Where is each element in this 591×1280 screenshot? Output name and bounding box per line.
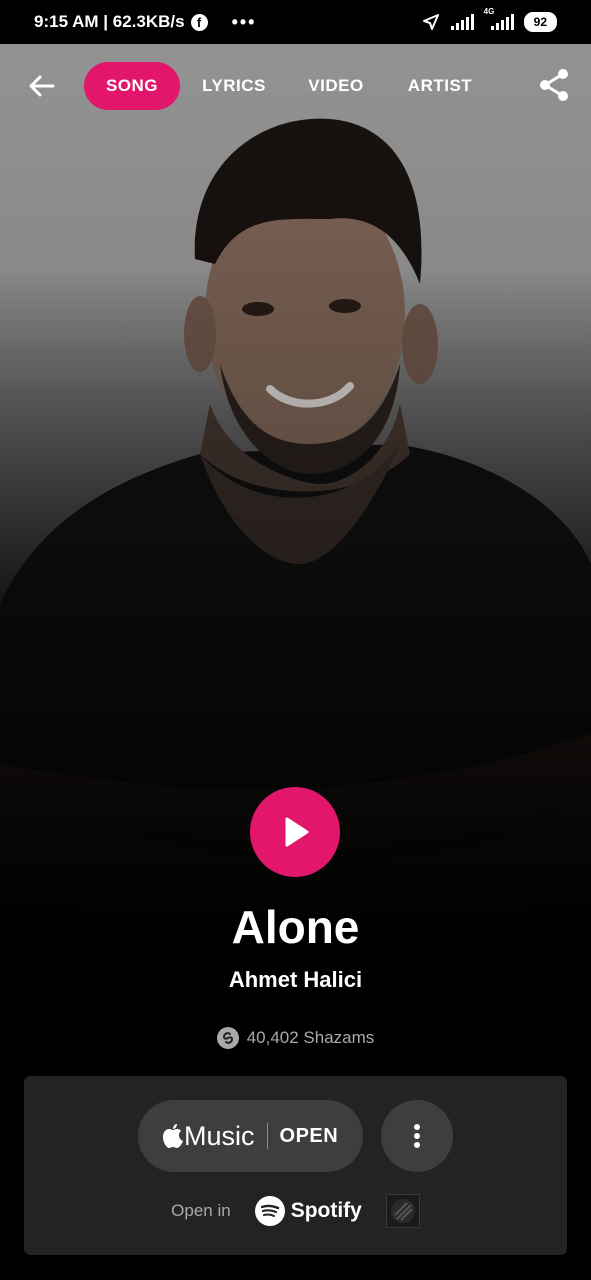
tab-lyrics[interactable]: LYRICS	[192, 62, 276, 110]
apple-music-open-button[interactable]: Music OPEN	[138, 1100, 363, 1172]
location-arrow-icon	[422, 14, 439, 30]
apple-music-label: Music	[184, 1120, 255, 1151]
open-in-label: Open in	[171, 1201, 231, 1220]
battery-indicator: 92	[523, 12, 557, 32]
network-type-label: 4G	[483, 7, 495, 16]
more-vertical-icon	[414, 1124, 420, 1148]
play-button[interactable]	[250, 787, 340, 877]
open-in-row: Open in Spotify	[24, 1194, 567, 1228]
more-notifications-icon: •••	[231, 11, 257, 32]
tab-song[interactable]: SONG	[84, 62, 180, 110]
spotify-label: Spotify	[290, 1199, 362, 1222]
status-time-speed: 9:15 AM | 62.3KB/s	[34, 12, 185, 31]
providers-panel: Music OPEN Open in Spotify	[24, 1076, 567, 1255]
shazam-icon	[216, 1027, 239, 1049]
tab-artist[interactable]: ARTIST	[398, 62, 482, 110]
share-icon[interactable]	[537, 68, 571, 102]
back-arrow-icon[interactable]	[26, 70, 58, 102]
play-icon	[285, 817, 309, 847]
apple-music-logo: Music	[162, 1121, 255, 1152]
spotify-icon	[254, 1196, 285, 1226]
song-title: Alone	[231, 901, 360, 953]
open-label: OPEN	[279, 1124, 339, 1147]
deezer-icon[interactable]	[385, 1194, 420, 1228]
shazam-count-row: 40,402 Shazams	[0, 1027, 591, 1049]
status-bar: 9:15 AM | 62.3KB/s f ••• 4G 92	[0, 0, 591, 44]
facebook-icon: f	[190, 13, 208, 31]
apple-icon	[163, 1124, 183, 1148]
spotify-button[interactable]: Spotify	[254, 1196, 362, 1226]
more-options-button[interactable]	[381, 1100, 453, 1172]
tab-video[interactable]: VIDEO	[298, 62, 374, 110]
now-playing-screen: 9:15 AM | 62.3KB/s f ••• 4G 92 SONG LYRI…	[0, 0, 591, 1280]
signal-icon	[450, 14, 474, 30]
divider	[266, 1123, 268, 1149]
artist-name[interactable]: Ahmet Halici	[0, 967, 591, 993]
shazam-count: 40,402 Shazams	[246, 1028, 375, 1047]
top-navigation: SONG LYRICS VIDEO ARTIST	[0, 60, 591, 112]
